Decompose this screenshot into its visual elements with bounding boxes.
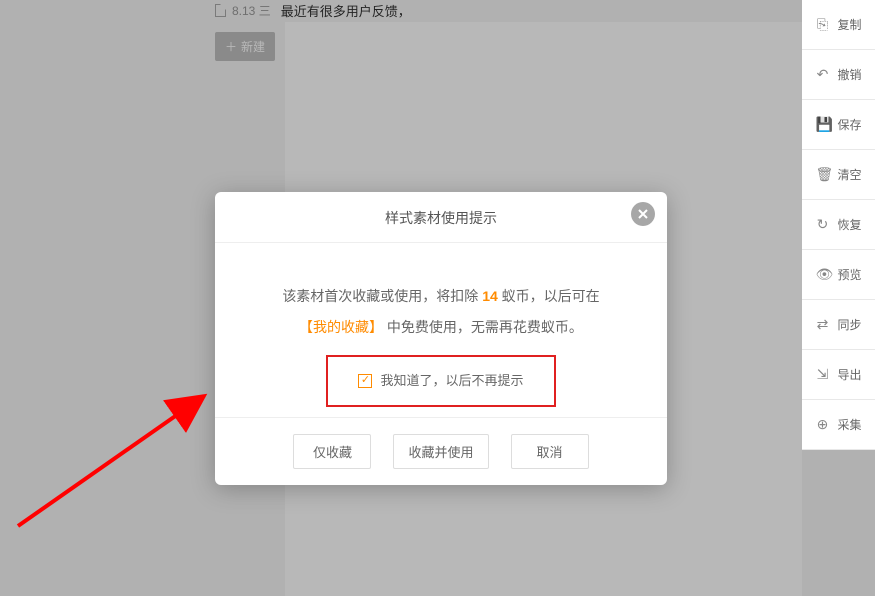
toolbar-item-save[interactable]: 💾 保存	[802, 100, 875, 150]
favorite-and-use-button[interactable]: 收藏并使用	[393, 434, 488, 469]
toolbar-item-copy[interactable]: ⎘ 复制	[802, 0, 875, 50]
toolbar-item-export[interactable]: ⇲ 导出	[802, 350, 875, 400]
export-icon: ⇲	[815, 366, 829, 383]
sync-icon: ⇄	[815, 316, 829, 333]
msg-prefix: 该素材首次收藏或使用，将扣除	[282, 288, 482, 304]
toolbar-item-collect[interactable]: ⊕ 采集	[802, 400, 875, 450]
close-button[interactable]	[631, 202, 655, 226]
toolbar-item-preview[interactable]: 👁 预览	[802, 250, 875, 300]
toolbar-item-label: 预览	[837, 266, 861, 283]
undo-icon: ↶	[815, 66, 829, 83]
favorites-link[interactable]: 【我的收藏】	[299, 319, 383, 335]
toolbar-item-label: 导出	[837, 366, 861, 383]
cancel-button[interactable]: 取消	[511, 434, 589, 469]
toolbar-item-label: 保存	[837, 116, 861, 133]
cost-value: 14	[482, 288, 498, 304]
dialog-footer: 仅收藏 收藏并使用 取消	[215, 417, 667, 485]
toolbar-item-sync[interactable]: ⇄ 同步	[802, 300, 875, 350]
save-icon: 💾	[815, 116, 829, 133]
collect-icon: ⊕	[815, 416, 829, 433]
toolbar-item-label: 同步	[837, 316, 861, 333]
toolbar-item-label: 清空	[837, 166, 861, 183]
toolbar-item-label: 复制	[837, 16, 861, 33]
dialog-message: 该素材首次收藏或使用，将扣除 14 蚁币，以后可在 【我的收藏】 中免费使用，无…	[245, 281, 637, 343]
toolbar-item-clear[interactable]: 🗑 清空	[802, 150, 875, 200]
usage-dialog: 样式素材使用提示 该素材首次收藏或使用，将扣除 14 蚁币，以后可在 【我的收藏…	[215, 192, 667, 485]
dialog-title: 样式素材使用提示	[385, 210, 497, 226]
toolbar-item-label: 恢复	[837, 216, 861, 233]
acknowledge-row[interactable]: ✓ 我知道了，以后不再提示	[326, 355, 555, 408]
favorite-only-button[interactable]: 仅收藏	[293, 434, 371, 469]
preview-icon: 👁	[815, 266, 829, 283]
right-toolbar: ⎘ 复制 ↶ 撤销 💾 保存 🗑 清空 ↻ 恢复 👁 预览 ⇄ 同步 ⇲ 导出 ⊕ 采集	[802, 0, 875, 450]
toolbar-item-restore[interactable]: ↻ 恢复	[802, 200, 875, 250]
msg-suffix: 中免费使用，无需再花费蚁币。	[383, 319, 583, 335]
acknowledge-label: 我知道了，以后不再提示	[380, 367, 523, 396]
dialog-body: 该素材首次收藏或使用，将扣除 14 蚁币，以后可在 【我的收藏】 中免费使用，无…	[215, 243, 667, 417]
msg-mid: 蚁币，以后可在	[498, 288, 600, 304]
clear-icon: 🗑	[815, 166, 829, 183]
restore-icon: ↻	[815, 216, 829, 233]
dialog-header: 样式素材使用提示	[215, 192, 667, 243]
close-icon	[638, 209, 648, 219]
toolbar-item-undo[interactable]: ↶ 撤销	[802, 50, 875, 100]
acknowledge-checkbox[interactable]: ✓	[358, 374, 372, 388]
toolbar-item-label: 采集	[837, 416, 861, 433]
copy-icon: ⎘	[815, 16, 829, 33]
toolbar-item-label: 撤销	[837, 66, 861, 83]
